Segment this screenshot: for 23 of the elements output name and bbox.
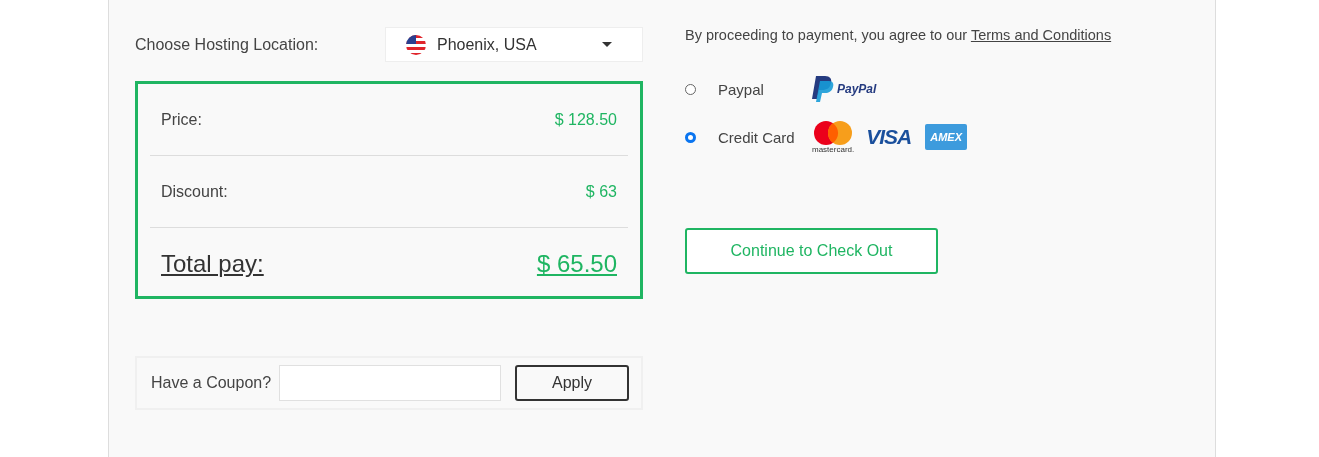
visa-logo: VISA [866,125,912,149]
location-select[interactable]: Phoenix, USA [385,27,643,62]
radio-button[interactable] [685,83,696,95]
summary-label: Price: [161,110,202,129]
coupon-field[interactable] [279,365,502,401]
payment-label: Credit Card [718,128,796,146]
mastercard-logo: mastercard. [812,120,855,154]
flag-icon [406,34,426,55]
location-label: Choose Hosting Location: [135,35,319,54]
terms-text: By proceeding to payment, you agree to our Terms and Conditions [685,27,1112,45]
paypal-logo: PayPal [812,76,877,102]
summary-amount: $ 65.50 [536,250,617,278]
apply-button[interactable]: Apply [515,365,629,401]
radio-button[interactable] [685,131,696,143]
summary-amount: $ 128.50 [554,110,617,129]
coupon-label: Have a Coupon? [151,374,272,392]
amex-logo: AMEX [925,124,968,150]
summary-label: Total pay: [161,250,264,278]
summary-label: Discount: [161,182,228,201]
summary-amount: $ 63 [585,182,617,201]
terms-link[interactable]: Terms and Conditions [970,27,1112,43]
caret-icon [602,42,612,47]
payment-label: Paypal [718,80,765,98]
